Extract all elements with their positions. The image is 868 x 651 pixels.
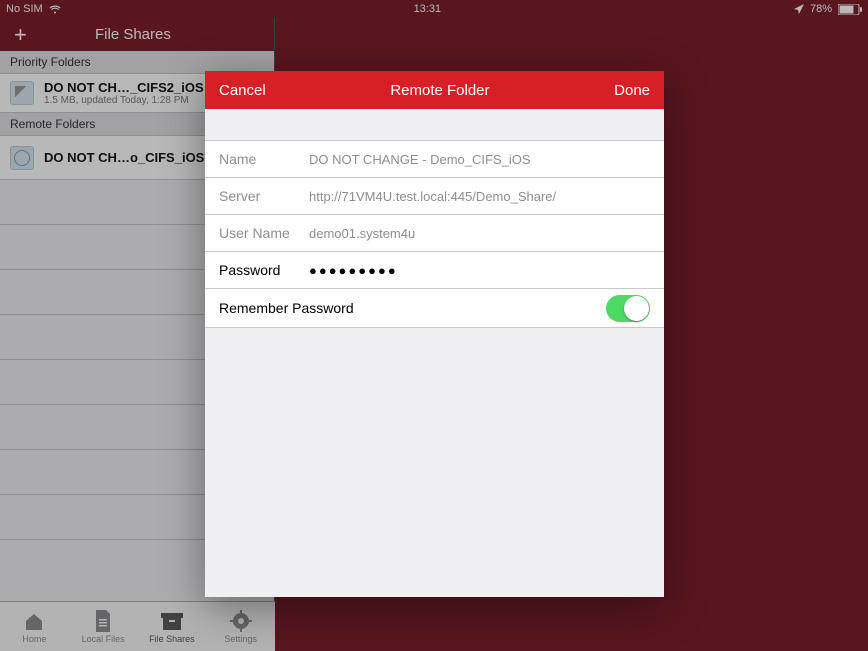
field-username: User Name demo01.system4u <box>205 214 664 251</box>
remember-password-toggle[interactable] <box>606 295 650 322</box>
done-button[interactable]: Done <box>614 82 650 99</box>
field-label: Server <box>219 188 301 204</box>
field-label: Password <box>219 262 301 278</box>
field-label: User Name <box>219 225 301 241</box>
password-input[interactable]: ●●●●●●●●● <box>309 263 650 278</box>
field-label: Remember Password <box>219 300 598 316</box>
modal-header: Cancel Remote Folder Done <box>205 71 664 109</box>
field-label: Name <box>219 151 301 167</box>
cancel-button[interactable]: Cancel <box>219 82 266 99</box>
field-server: Server http://71VM4U.test.local:445/Demo… <box>205 177 664 214</box>
field-value: http://71VM4U.test.local:445/Demo_Share/ <box>309 189 650 204</box>
field-value: demo01.system4u <box>309 226 650 241</box>
field-password[interactable]: Password ●●●●●●●●● <box>205 251 664 288</box>
field-name: Name DO NOT CHANGE - Demo_CIFS_iOS <box>205 140 664 177</box>
remote-folder-modal: Cancel Remote Folder Done Name DO NOT CH… <box>205 71 664 597</box>
field-remember-password: Remember Password <box>205 288 664 328</box>
modal-title: Remote Folder <box>390 82 489 99</box>
field-value: DO NOT CHANGE - Demo_CIFS_iOS <box>309 152 650 167</box>
